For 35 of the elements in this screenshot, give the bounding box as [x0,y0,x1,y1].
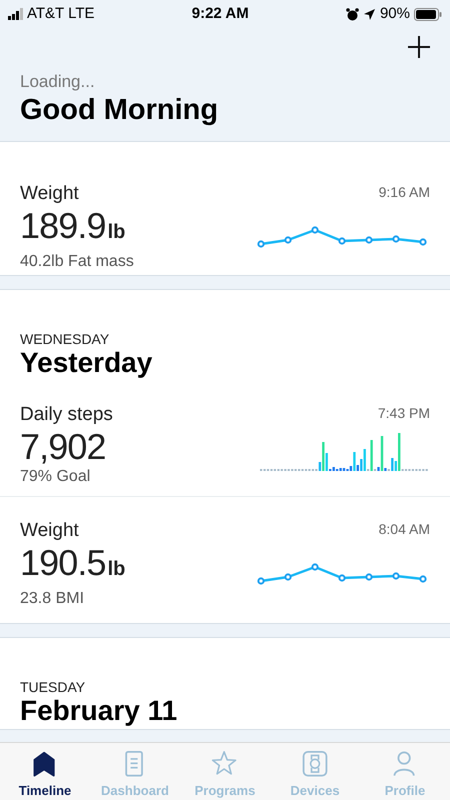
entry-time: 7:43 PM [378,404,430,423]
day-label: TUESDAY [20,679,86,695]
battery-percent: 90% [380,4,410,24]
carrier-label: AT&T LTE [27,4,95,24]
date-heading: February 11 [20,695,178,727]
unit-label: lb [108,557,126,582]
loading-text: Loading... [20,72,96,92]
greeting-title: Good Morning [20,93,220,128]
entry-time: 9:16 AM [378,183,430,202]
entry-title: Weight [20,519,80,543]
tab-button[interactable]: Timeline [0,743,90,800]
tab-button[interactable]: Programs [180,743,270,800]
entry-title: Daily steps [20,403,113,427]
unit-label: lb [108,220,126,245]
measurement-value: 7,902 [20,427,106,467]
measurement-value: 189.9 [20,206,106,246]
alarm-clock-icon [346,8,359,20]
measurement-value: 190.5 [20,543,106,583]
entry-time: 8:04 AM [378,520,430,539]
tab-button[interactable]: Devices [270,743,360,800]
date-heading: Yesterday [20,347,154,379]
watch-icon [301,751,329,776]
entry-title: Weight [20,182,80,206]
entry-detail: 40.2lb Fat mass [20,252,134,272]
signal-icon [8,8,23,20]
tab-button[interactable]: Dashboard [90,743,180,800]
day-label: WEDNESDAY [20,331,110,347]
tab-button[interactable]: Profile [360,743,450,800]
star-icon [211,751,239,776]
battery-icon [414,8,442,20]
location-arrow-icon [362,8,376,20]
clock-time: 9:22 AM [192,4,249,24]
add-icon[interactable] [408,36,430,58]
entry-detail: 23.8 BMI [20,589,86,609]
entry-detail: 79% Goal [20,467,92,487]
